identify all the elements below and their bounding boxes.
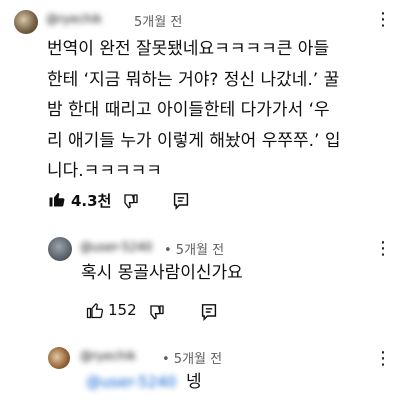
comment-timestamp[interactable]: 5개월 전 (134, 11, 182, 30)
reply-more-menu-icon[interactable]: ⋮ (374, 350, 392, 368)
reply-like-count: 152 (108, 301, 137, 319)
reply-handle[interactable]: @ryechik (80, 349, 136, 363)
thumbs-up-icon (49, 193, 65, 207)
comment-more-menu-icon[interactable]: ⋮ (374, 11, 392, 29)
reply-button[interactable] (173, 192, 189, 210)
reply-timestamp[interactable]: • 5개월 전 (164, 239, 224, 258)
reply-reply-button[interactable] (201, 303, 217, 321)
dislike-button[interactable] (122, 192, 140, 210)
thumbs-up-icon (86, 303, 104, 319)
commenter-handle[interactable]: @ryechik (46, 12, 102, 26)
reply-timestamp[interactable]: • 5개월 전 (162, 348, 222, 367)
reply-like-button[interactable] (86, 301, 104, 319)
reply-comment-icon (201, 304, 217, 321)
reply-mention-link[interactable]: @user-5240 (86, 373, 176, 391)
comment-body-line: 한테 ‘지금 뭐하는 거야? 정신 나갔네.’ 꿀 (47, 69, 340, 90)
reply-body: 혹시 몽골사람이신가요 (81, 263, 243, 283)
comment-body-line: 니다.ㅋㅋㅋㅋㅋ (47, 161, 162, 181)
comment-body: 번역이 완전 잘못됐네요ㅋㅋㅋㅋ큰 아들 한테 ‘지금 뭐하는 거야? 정신 나… (47, 34, 392, 187)
reply-handle[interactable]: @user-5240 (80, 240, 152, 254)
reply-body: 넹 (186, 372, 202, 392)
comment-body-line: 번역이 완전 잘못됐네요ㅋㅋㅋㅋ큰 아들 (47, 39, 330, 59)
commenter-avatar[interactable] (14, 10, 38, 34)
reply-dislike-button[interactable] (148, 303, 166, 321)
thumbs-down-icon (124, 194, 138, 209)
reply-avatar[interactable] (48, 347, 70, 369)
like-count: 4.3천 (71, 192, 112, 210)
reply-comment-icon (173, 193, 189, 210)
reply-avatar[interactable] (48, 237, 72, 261)
reply-more-menu-icon[interactable]: ⋮ (374, 240, 392, 258)
like-button[interactable] (48, 190, 66, 208)
thumbs-down-icon (150, 305, 164, 320)
comment-body-line: 밤 한대 때리고 아이들한테 다가가서 ‘우 (47, 100, 330, 120)
comment-body-line: 리 애기들 누가 이렇게 해놨어 우쭈쭈.’ 입 (47, 130, 341, 151)
